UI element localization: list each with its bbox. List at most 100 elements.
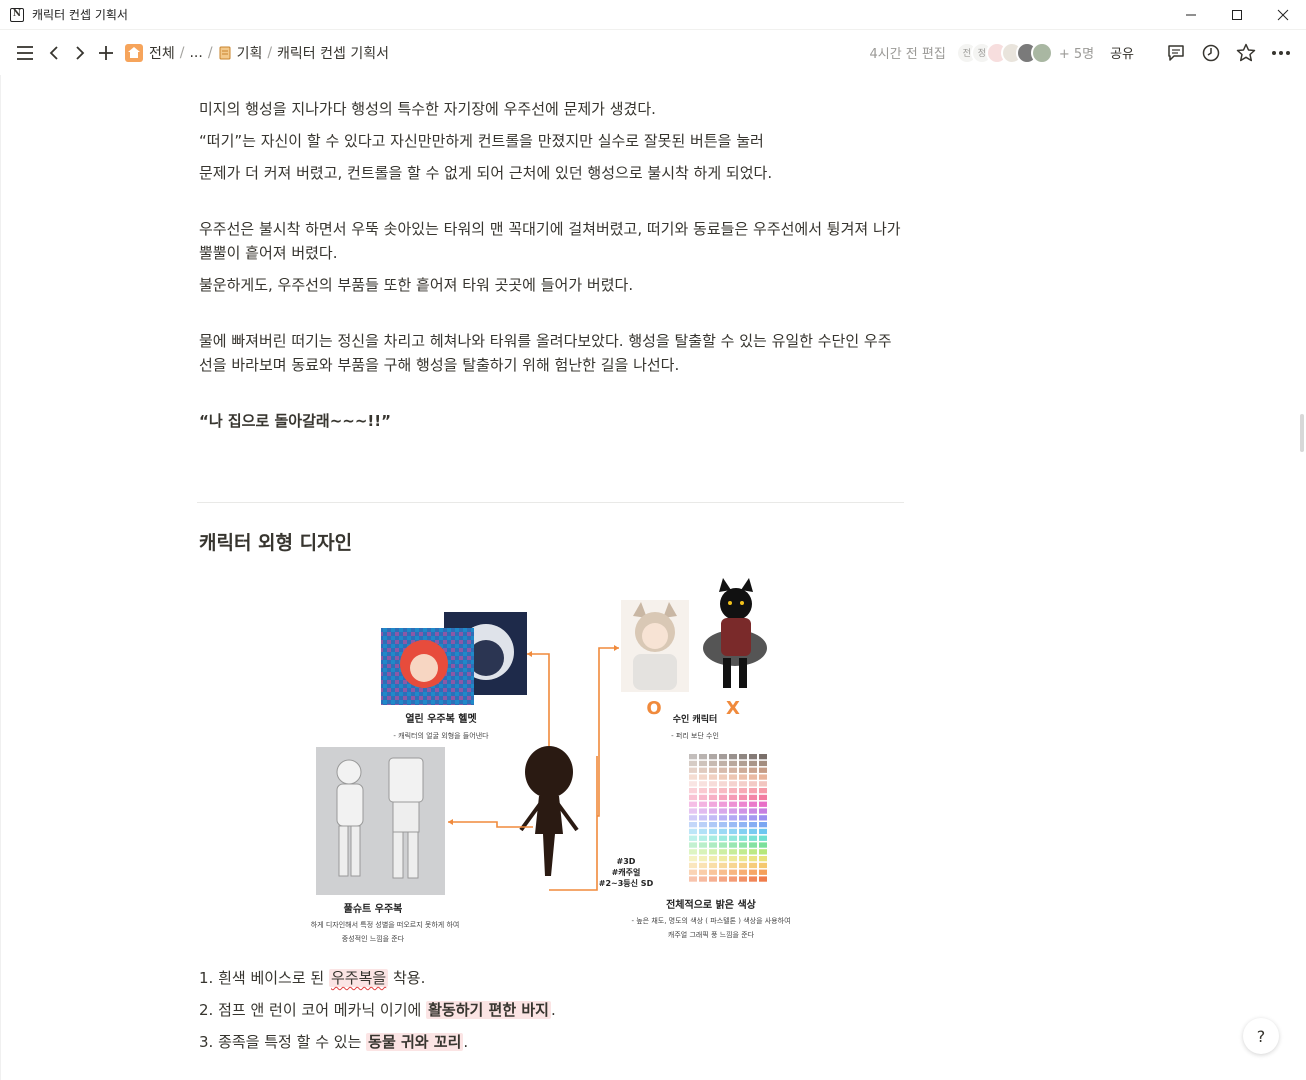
collaborator-avatars[interactable]: 전 정: [955, 41, 1053, 64]
palette-swatch: [729, 794, 737, 801]
palette-swatch: [749, 849, 757, 855]
favorite-button[interactable]: [1235, 42, 1257, 64]
breadcrumb-item-planning[interactable]: 기획: [237, 43, 263, 63]
comments-button[interactable]: [1165, 42, 1187, 64]
palette-swatch: [749, 754, 757, 760]
character-concept-image[interactable]: 열린 우주복 헬멧 - 캐릭터의 얼굴 외형을 들어낸다 풀슈트 우주복 - 펑…: [287, 572, 821, 954]
palette-swatch: [689, 788, 697, 794]
maximize-button[interactable]: [1214, 0, 1260, 30]
breadcrumb-item-all[interactable]: 전체: [149, 43, 175, 63]
palette-swatch: [709, 808, 717, 814]
palette-swatch: [719, 842, 727, 848]
breadcrumb-separator: /: [179, 44, 185, 61]
story-paragraph: 불운하게도, 우주선의 부품들 또한 흩어져 타워 곳곳에 들어가 버렸다.: [199, 276, 634, 294]
highlighted-text: 활동하기 편한 바지: [426, 1001, 551, 1019]
palette-swatch: [689, 842, 697, 848]
forward-button[interactable]: [67, 40, 93, 66]
breadcrumb-item-ellipsis[interactable]: ...: [189, 45, 202, 61]
palette-swatch: [759, 822, 767, 828]
palette-swatch: [739, 876, 747, 882]
palette-swatch: [709, 774, 717, 780]
palette-swatch: [739, 856, 747, 862]
highlighted-text: 동물 귀와 꼬리: [366, 1033, 464, 1051]
animal-title: 수인 캐릭터: [673, 713, 718, 725]
sidebar-toggle-button[interactable]: [12, 40, 38, 66]
palette-swatch: [699, 781, 707, 787]
palette-swatch: [739, 801, 747, 807]
story-paragraph: 미지의 행성을 지나가다 행성의 특수한 자기장에 우주선에 문제가 생겼다.: [199, 100, 656, 118]
palette-swatch: [759, 760, 767, 767]
palette-swatch: [739, 815, 747, 821]
back-button[interactable]: [41, 40, 67, 66]
share-button[interactable]: 공유: [1110, 43, 1134, 62]
more-collaborators-count[interactable]: + 5명: [1059, 43, 1094, 62]
list-item[interactable]: 1. 흰색 베이스로 된 우주복을 착용.: [199, 966, 904, 990]
story-paragraph: 문제가 더 커져 버렸고, 컨트롤을 할 수 없게 되어 근처에 있던 행성으로…: [199, 164, 773, 182]
palette-swatch: [689, 835, 697, 841]
palette-swatch: [739, 808, 747, 814]
palette-swatch: [759, 808, 767, 814]
palette-swatch: [709, 876, 717, 882]
palette-swatch: [749, 794, 757, 801]
palette-swatch: [739, 754, 747, 760]
palette-swatch: [759, 828, 767, 835]
chevron-left-icon: [49, 45, 58, 60]
more-options-button[interactable]: [1270, 42, 1292, 64]
palette-swatch: [759, 754, 767, 760]
new-page-button[interactable]: [93, 40, 119, 66]
palette-swatch: [709, 794, 717, 801]
palette-swatch: [689, 876, 697, 882]
page-content: 미지의 행성을 지나가다 행성의 특수한 자기장에 우주선에 문제가 생겼다. …: [199, 97, 904, 433]
no-mark: X: [726, 698, 740, 719]
palette-swatch: [739, 835, 747, 841]
palette-swatch: [699, 788, 707, 794]
palette-swatch: [759, 781, 767, 787]
palette-swatch: [709, 788, 717, 794]
story-paragraph: “떠기”는 자신이 할 수 있다고 자신만만하게 컨트롤을 만졌지만 실수로 잘…: [199, 132, 764, 150]
topbar-right-tools: 4시간 전 편집 전 정 + 5명 공유: [869, 30, 1292, 75]
palette-swatch: [699, 754, 707, 760]
palette-swatch: [699, 856, 707, 862]
palette-swatch: [729, 767, 737, 773]
palette-swatch: [689, 754, 697, 760]
palette-swatch: [709, 828, 717, 835]
last-edited-label[interactable]: 4시간 전 편집: [869, 43, 945, 62]
astronaut-suit-image: [316, 747, 445, 895]
scrollbar-thumb[interactable]: [1300, 414, 1304, 452]
breadcrumb-separator: /: [207, 44, 213, 61]
help-button[interactable]: ?: [1243, 1018, 1279, 1054]
concept-board: 열린 우주복 헬멧 - 캐릭터의 얼굴 외형을 들어낸다 풀슈트 우주복 - 펑…: [287, 572, 821, 954]
palette-swatch: [739, 849, 747, 855]
palette-swatch: [759, 801, 767, 807]
window-title: 캐릭터 컨셉 기획서: [32, 8, 128, 22]
palette-swatch: [739, 862, 747, 869]
palette-swatch: [749, 828, 757, 835]
color-desc-line1: - 높은 채도, 명도의 색상 ( 파스텔톤 ) 색상을 사용하여: [631, 916, 790, 925]
chevron-right-icon: [76, 45, 85, 60]
suit-title: 풀슈트 우주복: [344, 903, 403, 915]
palette-swatch: [759, 788, 767, 794]
palette-swatch: [759, 767, 767, 773]
palette-swatch: [759, 774, 767, 780]
palette-swatch: [719, 781, 727, 787]
more-horizontal-icon: [1272, 50, 1290, 55]
highlighted-text: 우주복을: [329, 969, 389, 987]
palette-swatch: [719, 849, 727, 855]
palette-swatch: [709, 822, 717, 828]
palette-swatch: [719, 822, 727, 828]
close-button[interactable]: [1260, 0, 1306, 30]
palette-swatch: [709, 869, 717, 875]
minimize-button[interactable]: [1168, 0, 1214, 30]
home-icon: [125, 43, 143, 62]
palette-swatch: [689, 856, 697, 862]
breadcrumb-item-current[interactable]: 캐릭터 컨셉 기획서: [277, 43, 389, 63]
list-item[interactable]: 2. 점프 앤 런이 코어 메카닉 이기에 활동하기 편한 바지.: [199, 998, 904, 1022]
palette-swatch: [749, 876, 757, 882]
updates-button[interactable]: [1200, 42, 1222, 64]
notion-app-icon: N: [10, 7, 24, 22]
palette-swatch: [699, 849, 707, 855]
palette-swatch: [729, 822, 737, 828]
palette-swatch: [729, 835, 737, 841]
palette-swatch: [699, 842, 707, 848]
list-item[interactable]: 3. 종족을 특정 할 수 있는 동물 귀와 꼬리.: [199, 1030, 904, 1054]
